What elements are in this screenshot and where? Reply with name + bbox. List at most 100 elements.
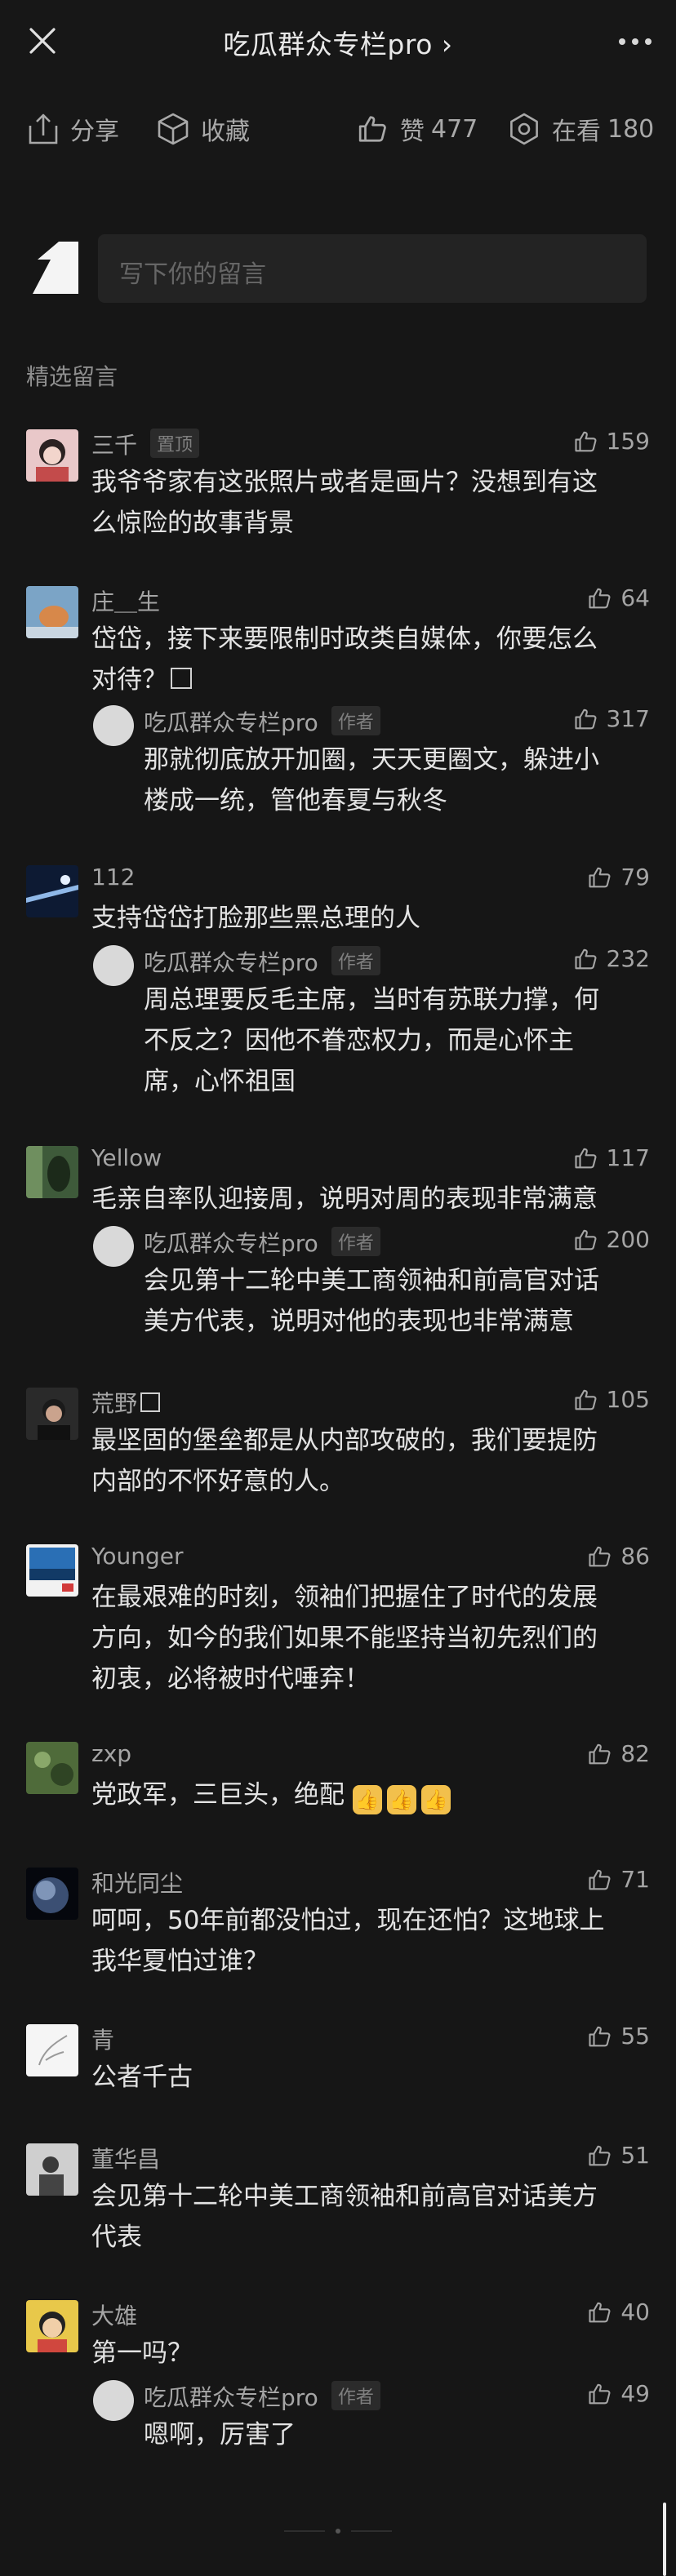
share-label: 分享 bbox=[70, 118, 119, 146]
comment-like-button[interactable]: 79 bbox=[588, 864, 650, 890]
watch-button[interactable]: 在看 180 bbox=[508, 111, 654, 147]
comment-line: 岱岱，接下来要限制时政类自媒体，你要怎么 bbox=[91, 624, 598, 654]
reply-author-name: 吃瓜群众专栏pro bbox=[144, 1230, 318, 1257]
comment-like-button[interactable]: 86 bbox=[588, 1543, 650, 1570]
reply-line: 美方代表，说明对他的表现也非常满意 bbox=[144, 1307, 574, 1336]
avatar[interactable] bbox=[26, 2024, 78, 2076]
reply-author[interactable]: 吃瓜群众专栏pro 作者 bbox=[144, 1226, 380, 1259]
reply-author[interactable]: 吃瓜群众专栏pro 作者 bbox=[144, 2380, 380, 2413]
comment-line: 我爷爷家有这张照片或者是画片？没想到有这 bbox=[91, 468, 598, 497]
reply-author[interactable]: 吃瓜群众专栏pro 作者 bbox=[144, 945, 380, 978]
square-glyph-icon bbox=[171, 668, 192, 689]
thumbs-up-emoji-icon: 👍 bbox=[386, 1785, 416, 1814]
thumbs-up-icon bbox=[589, 2145, 611, 2165]
comment-like-count: 105 bbox=[606, 1386, 650, 1413]
comment-author[interactable]: 董华昌 bbox=[91, 2142, 160, 2174]
reply-text: 周总理要反毛主席，当时有苏联力撑，何 不反之？因他不眷恋权力，而是心怀主 席，心… bbox=[144, 979, 648, 1102]
comment-author[interactable]: 庄＿生 bbox=[91, 584, 160, 617]
watch-label: 在看 bbox=[552, 118, 601, 146]
comment-text: 在最艰难的时刻，领袖们把握住了时代的发展 方向，如今的我们如果不能坚持当初先烈们… bbox=[91, 1577, 652, 1699]
thumbs-up-icon bbox=[574, 708, 597, 729]
share-button[interactable]: 分享 bbox=[28, 111, 119, 147]
comment-like-button[interactable]: 40 bbox=[588, 2298, 650, 2325]
comment-line: 支持岱岱打脸那些黑总理的人 bbox=[91, 904, 420, 933]
more-icon[interactable] bbox=[616, 29, 655, 54]
reply-like-count: 200 bbox=[606, 1226, 650, 1253]
thumbs-up-emoji-icon: 👍 bbox=[420, 1785, 451, 1814]
comment-text: 支持岱岱打脸那些黑总理的人 bbox=[91, 898, 652, 939]
comment-author[interactable]: Younger bbox=[91, 1543, 184, 1570]
comment-text: 呵呵，50年前都没怕过，现在还怕？这地球上 我华夏怕过谁？ bbox=[91, 1900, 652, 1982]
chevron-right-icon: › bbox=[441, 29, 453, 60]
comment-like-button[interactable]: 82 bbox=[588, 1740, 650, 1767]
comment-like-button[interactable]: 105 bbox=[574, 1386, 650, 1413]
avatar[interactable] bbox=[26, 1544, 78, 1597]
watch-count: 180 bbox=[607, 114, 655, 144]
reply-line: 那就彻底放开加圈，天天更圈文，躲进小 bbox=[144, 745, 599, 775]
comment-line: 毛亲自率队迎接周，说明对周的表现非常满意 bbox=[91, 1184, 598, 1214]
author-avatar[interactable] bbox=[93, 1226, 134, 1267]
comment-author[interactable]: 荒野 bbox=[91, 1386, 161, 1419]
avatar[interactable] bbox=[26, 1742, 78, 1794]
comment-text: 最坚固的堡垒都是从内部攻破的，我们要提防 内部的不怀好意的人。 bbox=[91, 1420, 652, 1502]
square-glyph-icon bbox=[140, 1392, 161, 1412]
comment-author[interactable]: zxp bbox=[91, 1740, 131, 1767]
reply-like-button[interactable]: 232 bbox=[574, 945, 650, 972]
watch-icon bbox=[510, 113, 538, 145]
comment-author[interactable]: 青 bbox=[91, 2023, 114, 2055]
comment-like-count: 55 bbox=[620, 2023, 650, 2050]
scrollbar-thumb[interactable] bbox=[663, 2503, 666, 2576]
like-button[interactable]: 赞 477 bbox=[358, 111, 478, 147]
page-title[interactable]: 吃瓜群众专栏pro › bbox=[0, 23, 676, 62]
avatar[interactable] bbox=[26, 586, 78, 638]
reply-like-button[interactable]: 200 bbox=[574, 1226, 650, 1253]
reply-like-button[interactable]: 317 bbox=[574, 705, 650, 732]
author-avatar[interactable] bbox=[93, 705, 134, 746]
author-tag: 作者 bbox=[331, 946, 380, 975]
author-avatar[interactable] bbox=[93, 2380, 134, 2421]
reply-like-button[interactable]: 49 bbox=[588, 2380, 650, 2407]
comment-like-button[interactable]: 159 bbox=[574, 428, 650, 455]
author-tag: 作者 bbox=[331, 706, 380, 735]
comment-like-button[interactable]: 51 bbox=[588, 2142, 650, 2169]
avatar[interactable] bbox=[26, 429, 78, 482]
thumbs-up-icon bbox=[574, 948, 597, 969]
favorite-label: 收藏 bbox=[201, 118, 250, 146]
comment-like-count: 86 bbox=[620, 1543, 650, 1570]
thumbs-up-icon bbox=[589, 867, 611, 887]
author-avatar[interactable] bbox=[93, 945, 134, 986]
avatar[interactable] bbox=[26, 2143, 78, 2196]
comment-author[interactable]: 112 bbox=[91, 864, 135, 890]
reply-author[interactable]: 吃瓜群众专栏pro 作者 bbox=[144, 705, 380, 738]
comment-input[interactable]: 写下你的留言 bbox=[98, 234, 647, 303]
self-avatar bbox=[26, 242, 78, 294]
comment-line: 党政军，三巨头，绝配 bbox=[91, 1780, 345, 1810]
avatar[interactable] bbox=[26, 2300, 78, 2352]
comment-text: 公者千古 bbox=[91, 2057, 652, 2098]
cube-icon bbox=[158, 113, 189, 145]
comment-author[interactable]: 三千 置顶 bbox=[91, 428, 200, 460]
author-tag: 作者 bbox=[331, 2381, 380, 2410]
comment-like-button[interactable]: 117 bbox=[574, 1144, 650, 1171]
comment-author[interactable]: 和光同尘 bbox=[91, 1866, 183, 1899]
comment-like-button[interactable]: 71 bbox=[588, 1866, 650, 1893]
comment-like-button[interactable]: 55 bbox=[588, 2023, 650, 2050]
comment-text: 我爷爷家有这张照片或者是画片？没想到有这 么惊险的故事背景 bbox=[91, 462, 652, 544]
comment-like-count: 82 bbox=[620, 1740, 650, 1767]
comment-text: 岱岱，接下来要限制时政类自媒体，你要怎么 对待？ bbox=[91, 619, 652, 700]
comment-like-count: 117 bbox=[606, 1144, 650, 1171]
comment-author[interactable]: Yellow bbox=[91, 1144, 162, 1171]
avatar[interactable] bbox=[26, 1388, 78, 1440]
comment-author-name: 荒野 bbox=[91, 1390, 138, 1417]
comment-like-count: 71 bbox=[620, 1866, 650, 1893]
avatar[interactable] bbox=[26, 1868, 78, 1920]
favorite-button[interactable]: 收藏 bbox=[157, 111, 250, 147]
thumbs-up-icon bbox=[589, 1869, 611, 1890]
comment-like-button[interactable]: 64 bbox=[588, 584, 650, 611]
avatar[interactable] bbox=[26, 865, 78, 917]
reply-text: 会见第十二轮中美工商领袖和前高官对话 美方代表，说明对他的表现也非常满意 bbox=[144, 1260, 648, 1342]
comment-author[interactable]: 大雄 bbox=[91, 2298, 137, 2331]
comment-line: 第一吗？ bbox=[91, 2338, 193, 2368]
reply-text: 嗯啊，厉害了 bbox=[144, 2414, 648, 2455]
avatar[interactable] bbox=[26, 1146, 78, 1198]
